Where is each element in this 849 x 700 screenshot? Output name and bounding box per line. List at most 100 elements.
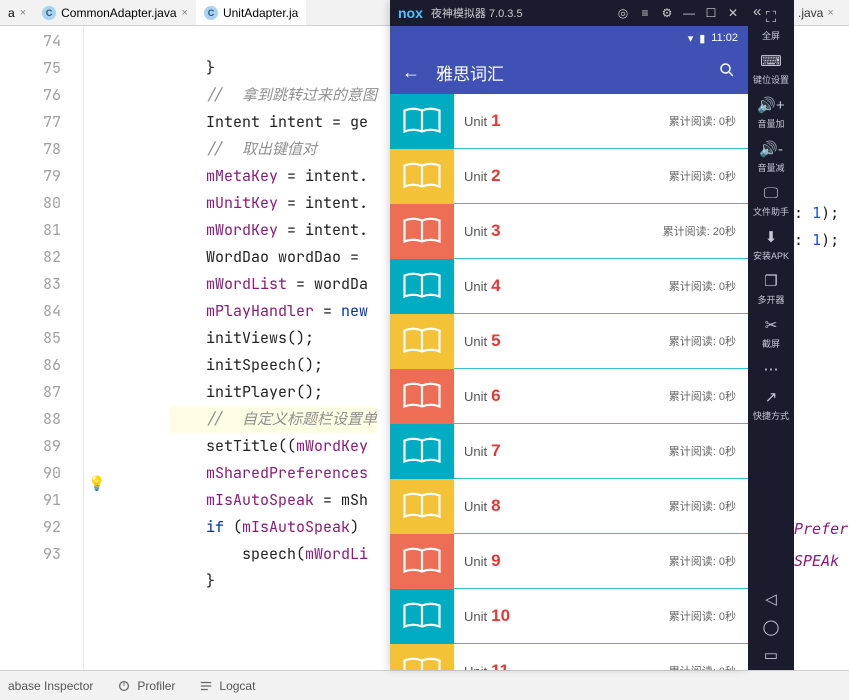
bottom-toolbar: abase Inspector Profiler Logcat: [0, 670, 849, 700]
unit-row[interactable]: Unit 9 累计阅读: 0秒: [390, 534, 748, 589]
line-gutter: 7475767778798081828384858687888990919293: [0, 26, 84, 670]
line-number: 77: [0, 109, 61, 136]
unit-list[interactable]: Unit1累计阅读: 0秒Unit2累计阅读: 0秒Unit3累计阅读: 20秒…: [390, 94, 748, 670]
emulator-window: nox 夜神模拟器 7.0.3.5 ◎ ≡ ⚙ — ☐ ✕ ▾ ▮ 11:02 …: [390, 0, 849, 670]
multi-instance-button[interactable]: ❐多开器: [748, 268, 794, 312]
code-token: speech(: [242, 544, 305, 564]
maximize-icon[interactable]: ☐: [704, 6, 718, 20]
keyword: new: [341, 301, 368, 321]
line-number: 78: [0, 136, 61, 163]
tab-prev[interactable]: a ×: [0, 0, 34, 25]
screenshot-button[interactable]: ✂截屏: [748, 312, 794, 356]
menu-icon[interactable]: ≡: [638, 6, 652, 20]
install-apk-button[interactable]: ⬇安装APK: [748, 224, 794, 268]
volume-down-button[interactable]: 🔊-音量减: [748, 136, 794, 180]
line-number: 87: [0, 379, 61, 406]
unit-row[interactable]: Unit8累计阅读: 0秒: [390, 479, 748, 534]
unit-number: 9: [491, 551, 500, 571]
unit-stat: 累计阅读: 0秒: [669, 113, 736, 129]
field: mWordLi: [305, 544, 368, 564]
field: mWordKey: [296, 436, 368, 456]
code-content[interactable]: } // 拿到跳转过来的意图 Intent intent = ge // 取出键…: [110, 26, 377, 670]
book-icon: [390, 149, 454, 204]
home-icon: ◯: [763, 620, 780, 636]
emulator-sidebar: ⛶全屏 ⌨键位设置 🔊+音量加 🔊-音量减 🖵文件助手 ⬇安装APK ❐多开器 …: [748, 0, 794, 670]
code-token: initPlayer();: [206, 382, 323, 402]
android-recents-button[interactable]: ▭: [748, 642, 794, 670]
android-home-button[interactable]: ◯: [748, 614, 794, 642]
line-number: 82: [0, 244, 61, 271]
unit-row[interactable]: Unit3累计阅读: 20秒: [390, 204, 748, 259]
volume-up-button[interactable]: 🔊+音量加: [748, 92, 794, 136]
ad-icon[interactable]: ◎: [616, 6, 630, 20]
close-icon[interactable]: ×: [182, 7, 188, 19]
unit-label: Unit: [464, 169, 487, 184]
unit-row[interactable]: Unit6累计阅读: 0秒: [390, 369, 748, 424]
book-icon: [390, 204, 454, 259]
android-back-button[interactable]: ◁: [748, 586, 794, 614]
file-helper-button[interactable]: 🖵文件助手: [748, 180, 794, 224]
unit-number: 8: [491, 496, 500, 516]
unit-row[interactable]: Unit5累计阅读: 0秒: [390, 314, 748, 369]
tab-label: CommonAdapter.java: [61, 6, 176, 20]
unit-stat: 累计阅读: 0秒: [669, 498, 736, 514]
unit-label: Unit: [464, 389, 487, 404]
code-token: = wordDa: [287, 274, 368, 294]
unit-row[interactable]: Unit10累计阅读: 0秒: [390, 589, 748, 644]
unit-label: Unit: [464, 554, 487, 569]
database-inspector-button[interactable]: abase Inspector: [8, 679, 93, 693]
line-number: 93: [0, 541, 61, 568]
unit-stat: 累计阅读: 0秒: [669, 388, 736, 404]
emulator-titlebar[interactable]: nox 夜神模拟器 7.0.3.5 ◎ ≡ ⚙ — ☐ ✕: [390, 0, 748, 26]
field: mSharedPreferences: [206, 463, 368, 483]
keymap-button[interactable]: ⌨键位设置: [748, 48, 794, 92]
label: Logcat: [219, 679, 255, 693]
profiler-button[interactable]: Profiler: [117, 679, 175, 693]
unit-number: 3: [491, 221, 500, 241]
shortcut-button[interactable]: ↗快捷方式: [748, 384, 794, 428]
close-icon[interactable]: ✕: [726, 6, 740, 20]
tab-unit-adapter[interactable]: C UnitAdapter.ja: [196, 0, 306, 25]
field: mPlayHandler: [206, 301, 314, 321]
emulator-screen: nox 夜神模拟器 7.0.3.5 ◎ ≡ ⚙ — ☐ ✕ ▾ ▮ 11:02 …: [390, 0, 748, 670]
line-number: 81: [0, 217, 61, 244]
unit-label: Unit: [464, 334, 487, 349]
more-button[interactable]: ⋯: [748, 356, 794, 384]
back-arrow-icon[interactable]: ←: [402, 62, 420, 83]
tab-common-adapter[interactable]: C CommonAdapter.java ×: [34, 0, 196, 25]
unit-row[interactable]: Unit1累计阅读: 0秒: [390, 94, 748, 149]
book-icon: [390, 479, 454, 534]
logcat-button[interactable]: Logcat: [199, 679, 255, 693]
tab-label: a: [8, 6, 15, 20]
bulb-icon[interactable]: 💡: [88, 471, 105, 498]
minimize-icon[interactable]: —: [682, 6, 696, 20]
code-token: Intent intent = ge: [206, 112, 368, 132]
app-toolbar: ← 雅思词汇: [390, 50, 748, 94]
more-icon: ⋯: [764, 362, 779, 378]
book-icon: [390, 314, 454, 369]
nox-logo: nox: [398, 5, 423, 21]
sidebar-collapse-icon[interactable]: «: [753, 3, 761, 20]
label: 全屏: [762, 29, 780, 42]
field: mUnitKey: [206, 193, 278, 213]
java-class-icon: C: [204, 6, 218, 20]
book-icon: [390, 589, 454, 644]
unit-stat: 累计阅读: 0秒: [669, 553, 736, 569]
unit-row[interactable]: Unit4累计阅读: 0秒: [390, 259, 748, 314]
close-icon[interactable]: ×: [20, 7, 26, 19]
line-number: 86: [0, 352, 61, 379]
settings-gear-icon[interactable]: ⚙: [660, 6, 674, 20]
line-number: 92: [0, 514, 61, 541]
clock: 11:02: [711, 32, 738, 44]
unit-number: 10: [491, 606, 510, 626]
unit-row[interactable]: Unit2累计阅读: 0秒: [390, 149, 748, 204]
unit-row[interactable]: Unit11累计阅读: 0秒: [390, 644, 748, 670]
line-number: 79: [0, 163, 61, 190]
line-number: 76: [0, 82, 61, 109]
unit-row[interactable]: Unit7累计阅读: 0秒: [390, 424, 748, 479]
keyboard-icon: ⌨: [760, 54, 782, 70]
code-token: ): [350, 517, 359, 537]
search-icon[interactable]: [718, 61, 736, 84]
comment: // 自定义标题栏设置单: [206, 409, 377, 429]
book-icon: [390, 259, 454, 314]
